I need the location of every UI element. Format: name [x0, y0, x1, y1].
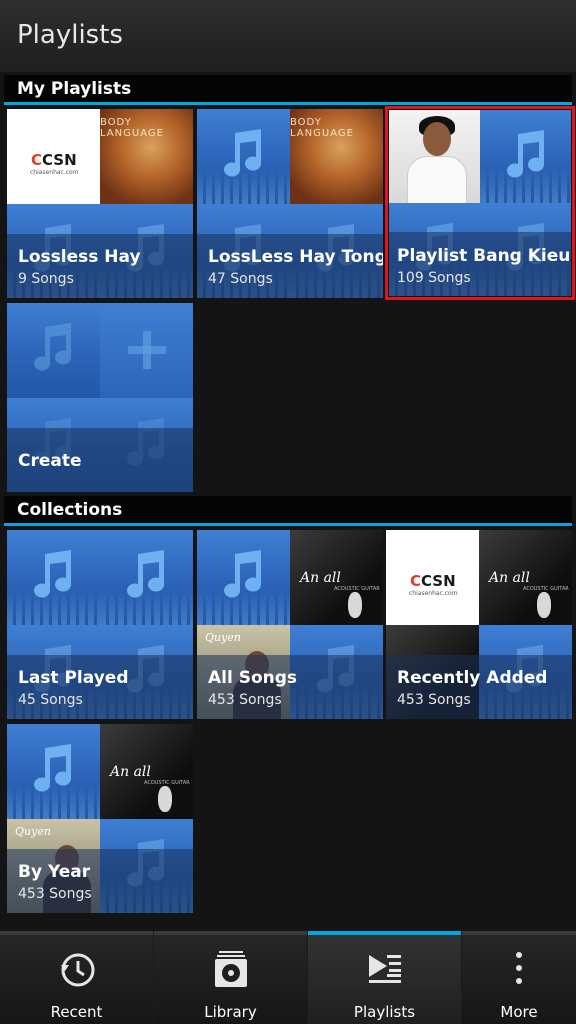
collection-tile-by-year[interactable]: An all ACOUSTIC GUITAR Quyen By Year 453…	[7, 724, 193, 913]
album-art-text: An all	[110, 764, 151, 780]
album-art-signature: Quyen	[15, 824, 51, 838]
album-art: An all ACOUSTIC GUITAR	[290, 530, 383, 625]
placeholder-art	[7, 530, 100, 625]
tile-subtitle: 453 Songs	[397, 692, 471, 708]
equalizer-pattern	[7, 784, 100, 819]
playlist-icon	[368, 955, 401, 983]
tile-subtitle: 9 Songs	[18, 271, 74, 287]
tab-library[interactable]: Library	[154, 931, 307, 1024]
tab-label: Recent	[50, 1003, 103, 1021]
album-art: BODY LANGUAGE	[100, 109, 193, 204]
tile-title: Create	[18, 451, 82, 471]
collection-tile-all-songs[interactable]: An all ACOUSTIC GUITAR Quyen All Songs 4…	[197, 530, 383, 719]
section-header-my-playlists: My Playlists	[4, 75, 572, 105]
tab-label: Playlists	[353, 1003, 416, 1021]
music-note-icon	[34, 323, 72, 371]
placeholder-art	[197, 109, 290, 204]
more-vertical-icon	[516, 952, 522, 984]
tile-title: Recently Added	[397, 668, 548, 688]
album-art-subtext: ACOUSTIC GUITAR	[523, 586, 569, 592]
placeholder-art	[7, 724, 100, 819]
album-art: An all ACOUSTIC GUITAR	[479, 530, 572, 625]
tile-title: LossLess Hay Tong	[208, 247, 383, 267]
tab-more[interactable]: More	[462, 931, 576, 1024]
album-art: BODY LANGUAGE	[290, 109, 383, 204]
artist-head	[423, 122, 451, 156]
section-title: My Playlists	[17, 79, 132, 99]
library-disc-icon	[214, 951, 247, 987]
tab-playlists[interactable]: Playlists	[308, 931, 461, 1024]
tile-title: Last Played	[18, 668, 129, 688]
collection-tile-last-played[interactable]: Last Played 45 Songs	[7, 530, 193, 719]
equalizer-pattern	[480, 169, 571, 203]
equalizer-pattern	[100, 590, 193, 625]
album-art-subtext: ACOUSTIC GUITAR	[144, 780, 190, 786]
equalizer-pattern	[7, 590, 100, 625]
artist-figure	[407, 156, 467, 203]
playlist-tile-playlist-bang-kieu[interactable]: Playlist Bang Kieu 109 Songs	[385, 106, 575, 300]
playlist-tile-lossless-hay-tong[interactable]: BODY LANGUAGE LossLess Hay Tong 47 Songs	[197, 109, 383, 298]
tile-title: All Songs	[208, 668, 298, 688]
album-art: CCSN chiasenhac.com	[386, 530, 479, 625]
section-header-collections: Collections	[4, 496, 572, 526]
placeholder-art	[7, 303, 100, 398]
placeholder-art	[197, 530, 290, 625]
guitar-shape	[348, 592, 362, 618]
album-art-text: An all	[300, 570, 341, 586]
tile-title: Lossless Hay	[18, 247, 141, 267]
tab-recent[interactable]: Recent	[0, 931, 153, 1024]
csn-logo-url: chiasenhac.com	[409, 590, 458, 597]
section-title: Collections	[17, 500, 123, 520]
playlist-tile-lossless-hay[interactable]: CCSN chiasenhac.com BODY LANGUAGE Lossle…	[7, 109, 193, 298]
tab-label: More	[500, 1003, 538, 1021]
add-tile-quadrant	[100, 303, 193, 398]
album-art-text: BODY LANGUAGE	[100, 117, 164, 139]
album-art: An all ACOUSTIC GUITAR	[100, 724, 193, 819]
album-art-text: An all	[489, 570, 530, 586]
tile-subtitle: 45 Songs	[18, 692, 83, 708]
album-art	[389, 110, 480, 203]
tab-label: Library	[204, 1003, 257, 1021]
tile-title: By Year	[18, 862, 91, 882]
csn-logo: CCSN	[31, 151, 77, 169]
tile-subtitle: 109 Songs	[397, 270, 471, 286]
equalizer-pattern	[197, 590, 290, 625]
plus-icon	[128, 331, 166, 369]
placeholder-art	[480, 110, 571, 203]
title-bar: Playlists	[0, 0, 576, 72]
tile-subtitle: 453 Songs	[18, 886, 92, 902]
create-playlist-tile[interactable]: Create	[7, 303, 193, 492]
tile-subtitle: 453 Songs	[208, 692, 282, 708]
guitar-shape	[158, 786, 172, 812]
csn-logo-url: chiasenhac.com	[30, 169, 79, 176]
guitar-shape	[537, 592, 551, 618]
tile-title: Playlist Bang Kieu	[397, 246, 571, 266]
album-art-signature: Quyen	[205, 630, 241, 644]
placeholder-art	[100, 530, 193, 625]
album-art-text: BODY LANGUAGE	[290, 117, 354, 139]
tile-subtitle: 47 Songs	[208, 271, 273, 287]
csn-logo: CCSN	[410, 572, 456, 590]
equalizer-pattern	[197, 169, 290, 204]
collection-tile-recently-added[interactable]: CCSN chiasenhac.com An all ACOUSTIC GUIT…	[386, 530, 572, 719]
clock-history-icon	[60, 953, 94, 987]
album-art-subtext: ACOUSTIC GUITAR	[334, 586, 380, 592]
page-title: Playlists	[17, 20, 123, 50]
bottom-tab-bar: Recent Library Playlists More	[0, 931, 576, 1024]
album-art: CCSN chiasenhac.com	[7, 109, 100, 204]
